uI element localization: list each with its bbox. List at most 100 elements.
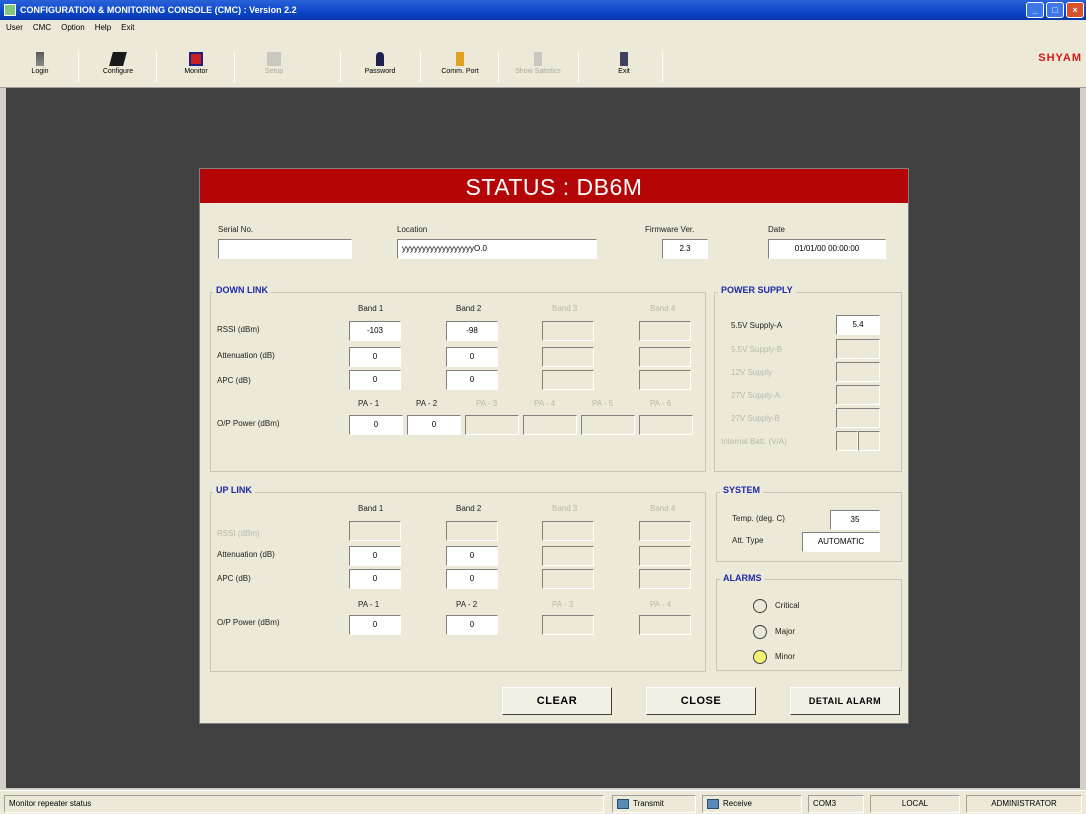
com-port-status: COM3 [808,795,864,813]
ul-op-label: O/P Power (dBm) [217,618,280,627]
dl-pa6-header: PA - 6 [650,399,672,408]
menu-user[interactable]: User [6,23,23,32]
ul-op-pa4 [639,615,691,635]
dl-op-pa3 [465,415,519,435]
dl-pa3-header: PA - 3 [476,399,498,408]
ul-band3-header: Band 3 [552,504,578,513]
dl-apc-band4 [639,370,691,390]
menu-option[interactable]: Option [61,23,85,32]
maximize-button[interactable]: □ [1046,2,1064,18]
close-button[interactable]: CLOSE [646,687,756,715]
psu-27v-a-field [836,385,880,405]
dl-atten-band1: 0 [349,347,401,367]
ul-atten-band4 [639,546,691,566]
dl-pa5-header: PA - 5 [592,399,614,408]
ul-rssi-band2 [446,521,498,541]
password-button[interactable]: Password [350,48,410,88]
ul-apc-label: APC (dB) [217,574,251,583]
dl-band4-header: Band 4 [650,304,676,313]
ul-band1-header: Band 1 [358,504,384,513]
dl-op-label: O/P Power (dBm) [217,419,280,428]
ul-apc-band3 [542,569,594,589]
minor-alarm-indicator [753,650,767,664]
alarms-group [716,579,902,671]
psu-batt-label: Internal Batt. (V/A) [721,437,787,446]
uplink-title: UP LINK [213,485,255,495]
dl-atten-band2: 0 [446,347,498,367]
psu-batt-a-field [858,431,880,451]
psu-5v-b-label: 5.5V Supply-B [731,345,783,354]
ul-rssi-band3 [542,521,594,541]
major-alarm-indicator [753,625,767,639]
dl-op-pa4 [523,415,577,435]
dl-atten-band3 [542,347,594,367]
att-type-label: Att. Type [732,536,764,545]
psu-27v-b-label: 27V Supply-B [731,414,780,423]
transmit-indicator: Transmit [612,795,696,813]
mode-status: LOCAL [870,795,960,813]
dl-op-pa5 [581,415,635,435]
ul-apc-band2: 0 [446,569,498,589]
ul-pa4-header: PA - 4 [650,600,672,609]
clear-button[interactable]: CLEAR [502,687,612,715]
serial-field [218,239,352,259]
psu-batt-v-field [836,431,858,451]
detail-alarm-button[interactable]: DETAIL ALARM [790,687,900,715]
dl-atten-band4 [639,347,691,367]
ul-atten-band1: 0 [349,546,401,566]
ul-atten-label: Attenuation (dB) [217,550,275,559]
ul-op-pa1: 0 [349,615,401,635]
window-title: CONFIGURATION & MONITORING CONSOLE (CMC)… [20,5,297,15]
dl-rssi-band2: -98 [446,321,498,341]
power-supply-title: POWER SUPPLY [718,285,796,295]
alarms-title: ALARMS [720,573,765,583]
dl-rssi-label: RSSI (dBm) [217,325,260,334]
show-statistics-button[interactable]: Show Satistics [508,48,568,88]
location-label: Location [397,225,428,234]
minimize-button[interactable]: _ [1026,2,1044,18]
login-button[interactable]: Login [10,48,70,88]
menu-cmc[interactable]: CMC [33,23,51,32]
dl-rssi-band4 [639,321,691,341]
ul-op-pa3 [542,615,594,635]
ul-atten-band2: 0 [446,546,498,566]
monitor-button[interactable]: Monitor [166,48,226,88]
critical-alarm-label: Critical [775,601,800,610]
dl-band2-header: Band 2 [456,304,482,313]
configure-button[interactable]: Configure [88,48,148,88]
password-icon [376,52,384,66]
close-window-button[interactable]: × [1066,2,1084,18]
dialog-title: STATUS : DB6M [200,169,908,203]
psu-12v-field [836,362,880,382]
brand-logo: SHYAM [1038,52,1082,64]
ul-pa2-header: PA - 2 [456,600,478,609]
dl-band3-header: Band 3 [552,304,578,313]
ul-rssi-label: RSSI (dBm) [217,529,260,538]
minor-alarm-label: Minor [775,652,796,661]
psu-27v-a-label: 27V Supply-A [731,391,780,400]
toolbar: Login Configure Monitor Setup Password C… [0,34,1086,88]
psu-12v-label: 12V Supply [731,368,772,377]
configure-icon [109,52,127,66]
setup-button[interactable]: Setup [244,48,304,88]
dl-apc-band1: 0 [349,370,401,390]
ul-band2-header: Band 2 [456,504,482,513]
dl-apc-label: APC (dB) [217,376,251,385]
menu-bar: User CMC Option Help Exit [0,20,1086,34]
dl-op-pa2: 0 [407,415,461,435]
status-dialog: STATUS : DB6M Serial No. Location yyyyyy… [199,168,909,724]
exit-button[interactable]: Exit [594,48,654,88]
dl-band1-header: Band 1 [358,304,384,313]
comm-port-button[interactable]: Comm. Port [430,48,490,88]
psu-5v-a-field: 5.4 [836,315,880,335]
menu-exit[interactable]: Exit [121,23,134,32]
status-message: Monitor repeater status [4,795,604,813]
dl-apc-band2: 0 [446,370,498,390]
att-type-field: AUTOMATIC [802,532,880,552]
dl-rssi-band3 [542,321,594,341]
menu-help[interactable]: Help [95,23,111,32]
dl-op-pa1: 0 [349,415,403,435]
psu-27v-b-field [836,408,880,428]
dl-pa1-header: PA - 1 [358,399,380,408]
firmware-label: Firmware Ver. [645,225,695,234]
